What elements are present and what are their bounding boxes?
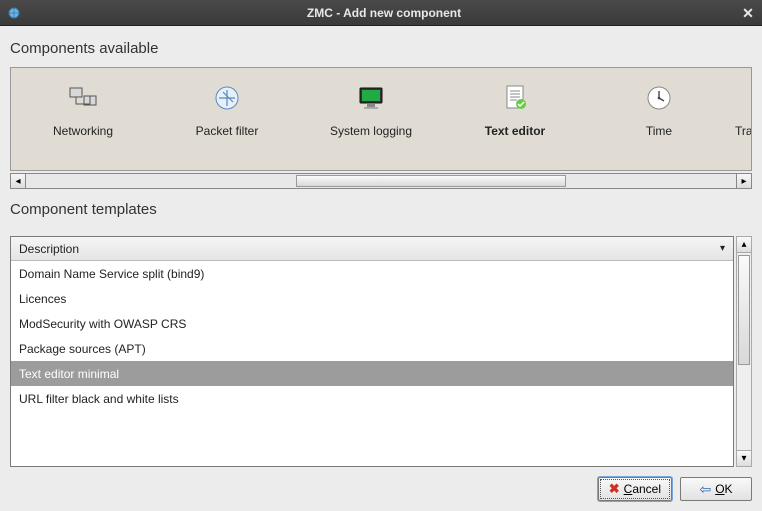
gear-icon — [735, 78, 752, 118]
template-row[interactable]: Licences — [11, 286, 733, 311]
network-icon — [11, 78, 155, 118]
components-panel: Networking Packet filter System logging … — [10, 67, 752, 171]
templates-header-label: Description — [19, 242, 79, 256]
template-row[interactable]: Package sources (APT) — [11, 336, 733, 361]
template-row[interactable]: Domain Name Service split (bind9) — [11, 261, 733, 286]
components-row: Networking Packet filter System logging … — [11, 68, 751, 170]
dialog-body: Components available Networking Packet f… — [0, 26, 762, 511]
dialog-button-row: ✖ Cancel ⇦ OK — [10, 467, 752, 503]
cancel-button[interactable]: ✖ Cancel — [598, 477, 672, 501]
document-icon — [443, 78, 587, 118]
component-label: System logging — [299, 124, 443, 138]
ok-button[interactable]: ⇦ OK — [680, 477, 752, 501]
template-row[interactable]: Text editor minimal — [11, 361, 733, 386]
component-time[interactable]: Time — [587, 78, 731, 138]
component-label: Packet filter — [155, 124, 299, 138]
components-available-heading: Components available — [10, 40, 752, 57]
close-button[interactable]: ✕ — [740, 5, 756, 21]
template-row[interactable]: URL filter black and white lists — [11, 386, 733, 411]
templates-list: Domain Name Service split (bind9) Licenc… — [11, 261, 733, 466]
filter-icon — [155, 78, 299, 118]
app-icon — [6, 5, 22, 21]
component-system-logging[interactable]: System logging — [299, 78, 443, 138]
window-title: ZMC - Add new component — [28, 6, 740, 20]
vscroll-thumb[interactable] — [738, 255, 750, 365]
hscroll-track[interactable] — [26, 173, 736, 189]
component-label: Text editor — [443, 124, 587, 138]
component-templates-heading: Component templates — [10, 201, 752, 218]
hscroll-thumb[interactable] — [296, 175, 566, 187]
component-networking[interactable]: Networking — [11, 78, 155, 138]
vscroll-down-arrow[interactable]: ▾ — [737, 450, 751, 466]
component-label: Time — [587, 124, 731, 138]
component-label: Networking — [11, 124, 155, 138]
templates-vscroll: ▴ ▾ — [736, 236, 752, 467]
chevron-down-icon: ▾ — [720, 243, 725, 254]
template-row[interactable]: ModSecurity with OWASP CRS — [11, 311, 733, 336]
component-text-editor[interactable]: Text editor — [443, 78, 587, 138]
cancel-icon: ✖ — [609, 481, 620, 497]
templates-table: Description ▾ Domain Name Service split … — [10, 236, 734, 467]
vscroll-up-arrow[interactable]: ▴ — [737, 237, 751, 253]
component-packet-filter[interactable]: Packet filter — [155, 78, 299, 138]
hscroll-right-arrow[interactable]: ▸ — [736, 173, 752, 189]
ok-icon: ⇦ — [699, 481, 711, 498]
vscroll-track[interactable] — [737, 253, 751, 450]
hscroll-left-arrow[interactable]: ◂ — [10, 173, 26, 189]
component-label: Transfe — [735, 124, 752, 138]
monitor-icon — [299, 78, 443, 118]
components-hscroll: ◂ ▸ — [10, 173, 752, 189]
templates-header-description[interactable]: Description ▾ — [11, 237, 733, 261]
templates-box: Description ▾ Domain Name Service split … — [10, 236, 752, 467]
component-transfer[interactable]: Transfe — [731, 78, 752, 138]
titlebar: ZMC - Add new component ✕ — [0, 0, 762, 26]
clock-icon — [587, 78, 731, 118]
